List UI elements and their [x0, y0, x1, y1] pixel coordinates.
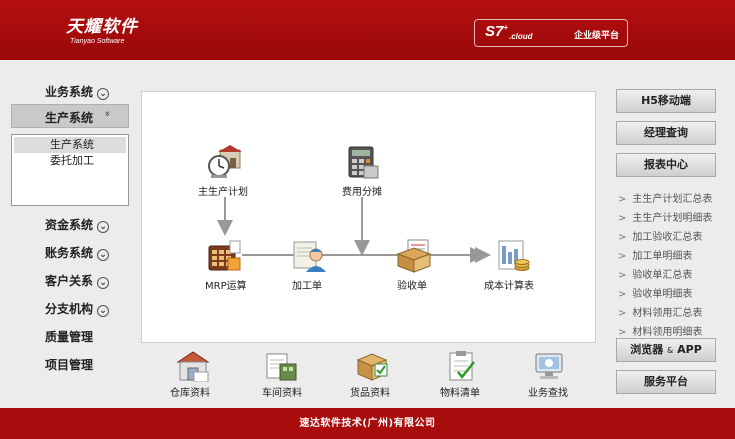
quick-link-bom[interactable]: 物料清单 — [440, 384, 480, 399]
chevron-right-icon: > — [618, 308, 627, 319]
node-label-main-plan[interactable]: 主生产计划 — [198, 183, 248, 198]
submenu-item-outsourcing[interactable]: 委托加工 — [14, 153, 126, 169]
report-link[interactable]: > 加工单明细表 — [618, 247, 692, 262]
chevron-right-icon: > — [618, 289, 627, 300]
chevron-right-icon: > — [618, 213, 627, 224]
node-label-process-order[interactable]: 加工单 — [292, 277, 322, 292]
node-label-cost-calc[interactable]: 成本计算表 — [484, 277, 534, 292]
report-link[interactable]: > 材料领用明细表 — [618, 323, 702, 338]
submenu-item-production[interactable]: 生产系统 — [14, 137, 126, 153]
expanded-chevron-icon: » — [101, 110, 113, 117]
chevron-down-icon: ⌄ — [97, 305, 110, 317]
production-plan-icon[interactable] — [206, 144, 242, 180]
logo-chinese-name: 天耀软件 — [66, 17, 138, 37]
quick-link-business-search[interactable]: 业务查找 — [528, 384, 568, 399]
manager-query-button[interactable]: 经理查询 — [616, 121, 716, 145]
chevron-down-icon: ⌄ — [97, 221, 110, 233]
report-link[interactable]: > 加工验收汇总表 — [618, 228, 702, 243]
report-link[interactable]: > 主生产计划明细表 — [618, 209, 712, 224]
chevron-right-icon: > — [618, 232, 627, 243]
sidebar-item-funds[interactable]: 资金系统 ⌄ — [45, 216, 110, 233]
mrp-calculation-icon[interactable] — [206, 238, 242, 274]
report-link[interactable]: > 验收单明细表 — [618, 285, 692, 300]
worker-icon[interactable] — [292, 238, 328, 274]
flow-connectors — [217, 197, 491, 263]
workshop-icon[interactable] — [264, 350, 298, 382]
cloud-brand: S7+ — [485, 23, 509, 40]
sidebar-item-accounting[interactable]: 账务系统 ⌄ — [45, 244, 110, 261]
company-logo: 天耀软件 Tianyao Software — [66, 12, 138, 45]
sidebar-item-production[interactable]: 生产系统 » — [11, 104, 129, 128]
calculator-icon[interactable] — [344, 144, 380, 180]
sidebar-item-branches[interactable]: 分支机构 ⌄ — [45, 300, 110, 317]
service-platform-button[interactable]: 服务平台 — [616, 370, 716, 394]
module-sidebar: 业务系统 ⌄ 生产系统 » 生产系统 委托加工 资金系统 ⌄ 账务系统 ⌄ 客户关系 ⌄… — [0, 60, 140, 406]
enterprise-platform-label: 企业级平台 — [573, 31, 619, 41]
report-link[interactable]: > 材料领用汇总表 — [618, 304, 702, 319]
sidebar-item-customer[interactable]: 客户关系 ⌄ — [45, 272, 110, 289]
sidebar-item-projects[interactable]: 项目管理 — [45, 356, 93, 373]
production-submenu: 生产系统 委托加工 — [11, 134, 129, 206]
quick-link-workshop[interactable]: 车间资料 — [262, 384, 302, 399]
node-label-cost-allocation[interactable]: 费用分摊 — [342, 183, 382, 198]
chevron-right-icon: > — [618, 270, 627, 281]
logo-english-name: Tianyao Software — [70, 38, 125, 45]
browser-app-button[interactable]: 浏览器 & APP — [616, 338, 716, 362]
inspection-box-icon[interactable] — [396, 238, 432, 274]
chevron-down-icon: ⌄ — [97, 249, 110, 261]
sidebar-item-business[interactable]: 业务系统 ⌄ — [45, 83, 110, 100]
chevron-down-icon: ⌄ — [97, 88, 110, 100]
report-link[interactable]: > 主生产计划汇总表 — [618, 190, 712, 205]
goods-box-icon[interactable] — [355, 350, 389, 382]
sidebar-item-quality[interactable]: 质量管理 — [45, 328, 93, 345]
business-search-icon[interactable] — [532, 350, 566, 382]
quick-link-goods[interactable]: 货品资料 — [350, 384, 390, 399]
node-label-inspection[interactable]: 验收单 — [397, 277, 427, 292]
chevron-right-icon: > — [618, 251, 627, 262]
report-center-button[interactable]: 报表中心 — [616, 153, 716, 177]
bill-of-materials-icon[interactable] — [444, 350, 478, 382]
cost-sheet-icon[interactable] — [495, 238, 531, 274]
chevron-down-icon: ⌄ — [97, 277, 110, 289]
workflow-panel: 主生产计划 费用分摊 MRP运算 加工单 验收单 成本计算表 — [141, 91, 596, 343]
chevron-right-icon: > — [618, 327, 627, 338]
report-link[interactable]: > 验收单汇总表 — [618, 266, 692, 281]
footer-company: 速达软件技术(广州)有限公司 — [0, 408, 735, 439]
node-label-mrp[interactable]: MRP运算 — [205, 277, 247, 292]
top-banner: 天耀软件 Tianyao Software S7+ .cloud 企业级平台 — [0, 0, 735, 60]
chevron-right-icon: > — [618, 194, 627, 205]
cloud-platform-badge: S7+ .cloud 企业级平台 — [474, 19, 628, 47]
warehouse-icon[interactable] — [176, 350, 210, 382]
h5-mobile-button[interactable]: H5移动端 — [616, 89, 716, 113]
cloud-sub: .cloud — [509, 32, 533, 41]
quick-link-warehouse[interactable]: 仓库资料 — [170, 384, 210, 399]
